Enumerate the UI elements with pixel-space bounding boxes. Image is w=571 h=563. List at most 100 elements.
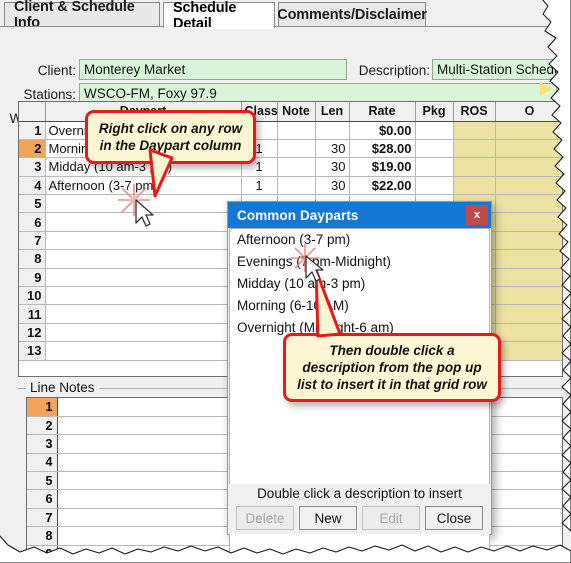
- grid-header-pkg[interactable]: Pkg: [415, 102, 454, 122]
- cell-ros[interactable]: [453, 157, 496, 177]
- cell-len[interactable]: 30: [315, 139, 350, 159]
- cell-daypart[interactable]: [45, 231, 242, 251]
- cell-ros[interactable]: [453, 176, 496, 196]
- note-row-number[interactable]: 2: [27, 416, 58, 436]
- callout-text: Then double click a description from the…: [297, 343, 487, 392]
- tab-label: Comments/Disclaimer: [277, 7, 427, 23]
- cell-len[interactable]: 30: [315, 157, 350, 177]
- cell-rate[interactable]: $22.00: [349, 176, 416, 196]
- description-input[interactable]: Multi-Station Schedule: [432, 59, 557, 80]
- cell-daypart[interactable]: [45, 323, 242, 343]
- cell-ros[interactable]: [453, 121, 496, 140]
- record-marker-icon: [540, 82, 552, 96]
- cell-rate[interactable]: $28.00: [349, 139, 416, 159]
- cell-overflow[interactable]: [495, 139, 562, 159]
- row-number[interactable]: 10: [19, 286, 46, 306]
- row-number[interactable]: 12: [19, 323, 46, 343]
- cell-overflow[interactable]: [495, 304, 562, 324]
- edit-button: Edit: [362, 506, 420, 530]
- row-number[interactable]: 8: [19, 249, 46, 269]
- cell-daypart[interactable]: [45, 304, 242, 324]
- note-row-number[interactable]: 7: [27, 508, 58, 528]
- row-number[interactable]: 4: [19, 176, 46, 196]
- daypart-list-item[interactable]: Morning (6-10 AM): [230, 295, 489, 317]
- daypart-list-item[interactable]: Midday (10 am-3 pm): [230, 273, 489, 295]
- note-row-number[interactable]: 4: [27, 453, 58, 473]
- grid-header-overflow[interactable]: O: [495, 102, 562, 122]
- cell-len[interactable]: 30: [315, 176, 350, 196]
- cell-class[interactable]: 1: [241, 176, 278, 196]
- cell-overflow[interactable]: [495, 231, 562, 251]
- cell-daypart[interactable]: [45, 194, 242, 214]
- tab-schedule-detail[interactable]: Schedule Detail: [163, 0, 275, 32]
- cell-overflow[interactable]: [495, 194, 562, 214]
- new-button[interactable]: New: [299, 506, 357, 530]
- cell-note[interactable]: [277, 176, 316, 196]
- cell-pkg[interactable]: [415, 157, 454, 177]
- dialog-button-row: Delete New Edit Close: [228, 506, 491, 530]
- cell-daypart[interactable]: Afternoon (3-7 pm): [45, 176, 242, 196]
- grid-header-len[interactable]: Len: [315, 102, 350, 122]
- callout-double-click: Then double click a description from the…: [283, 333, 501, 402]
- grid-header-rate[interactable]: Rate: [349, 102, 416, 122]
- cell-daypart[interactable]: [45, 212, 242, 232]
- dialog-titlebar[interactable]: Common Dayparts x: [228, 202, 491, 228]
- row-number[interactable]: 2: [19, 139, 46, 159]
- cell-len[interactable]: [315, 121, 350, 140]
- cell-overflow[interactable]: [495, 157, 562, 177]
- row-number[interactable]: 7: [19, 231, 46, 251]
- daypart-list-item[interactable]: Evenings (7 pm-Midnight): [230, 251, 489, 273]
- note-row-number[interactable]: 6: [27, 489, 58, 509]
- cell-overflow[interactable]: [495, 323, 562, 343]
- cell-rate[interactable]: $19.00: [349, 157, 416, 177]
- cell-daypart[interactable]: [45, 286, 242, 306]
- tab-label: Schedule Detail: [173, 0, 237, 32]
- note-row-number[interactable]: 5: [27, 471, 58, 491]
- dialog-hint: Double click a description to insert: [257, 486, 462, 501]
- cell-overflow[interactable]: [495, 212, 562, 232]
- cell-ros[interactable]: [453, 139, 496, 159]
- callout-text: Right click on any row in the Daypart co…: [98, 121, 243, 153]
- row-number[interactable]: 11: [19, 304, 46, 324]
- note-row-number[interactable]: 9: [27, 545, 58, 556]
- cell-pkg[interactable]: [415, 139, 454, 159]
- line-notes-legend: Line Notes: [26, 380, 99, 395]
- grid-header-note[interactable]: Note: [277, 102, 316, 122]
- cell-note[interactable]: [277, 139, 316, 159]
- cell-daypart[interactable]: [45, 268, 242, 288]
- schedule-form: Client: Monterey Market Description: Mul…: [0, 27, 571, 128]
- cell-rate[interactable]: $0.00: [349, 121, 416, 140]
- app-screenshot: Client & Schedule Info Schedule Detail C…: [0, 0, 571, 563]
- cell-overflow[interactable]: [495, 341, 562, 361]
- cell-overflow[interactable]: [495, 121, 562, 140]
- close-icon[interactable]: x: [466, 205, 488, 225]
- cell-overflow[interactable]: [495, 286, 562, 306]
- note-row-number[interactable]: 8: [27, 526, 58, 546]
- row-number[interactable]: 6: [19, 212, 46, 232]
- cell-pkg[interactable]: [415, 121, 454, 140]
- close-button[interactable]: Close: [425, 506, 483, 530]
- cell-overflow[interactable]: [495, 249, 562, 269]
- row-number[interactable]: 1: [19, 121, 46, 140]
- table-row[interactable]: 4 Afternoon (3-7 pm) 1 30 $22.00: [19, 176, 562, 196]
- tab-client-schedule-info[interactable]: Client & Schedule Info: [4, 0, 160, 31]
- row-number[interactable]: 5: [19, 194, 46, 214]
- cell-overflow[interactable]: [495, 176, 562, 196]
- cell-note[interactable]: [277, 157, 316, 177]
- description-label: Description:: [358, 63, 430, 78]
- grid-header-corner[interactable]: [19, 102, 46, 122]
- row-number[interactable]: 13: [19, 341, 46, 361]
- cell-overflow[interactable]: [495, 268, 562, 288]
- row-number[interactable]: 3: [19, 157, 46, 177]
- daypart-list-item[interactable]: Afternoon (3-7 pm): [230, 229, 489, 251]
- tab-comments-disclaimer[interactable]: Comments/Disclaimer: [277, 2, 427, 27]
- client-input[interactable]: Monterey Market: [79, 59, 347, 80]
- cell-daypart[interactable]: [45, 249, 242, 269]
- cell-note[interactable]: [277, 121, 316, 140]
- cell-daypart[interactable]: [45, 341, 242, 361]
- grid-header-ros[interactable]: ROS: [453, 102, 496, 122]
- note-row-number[interactable]: 1: [27, 398, 58, 417]
- row-number[interactable]: 9: [19, 268, 46, 288]
- note-row-number[interactable]: 3: [27, 434, 58, 454]
- cell-pkg[interactable]: [415, 176, 454, 196]
